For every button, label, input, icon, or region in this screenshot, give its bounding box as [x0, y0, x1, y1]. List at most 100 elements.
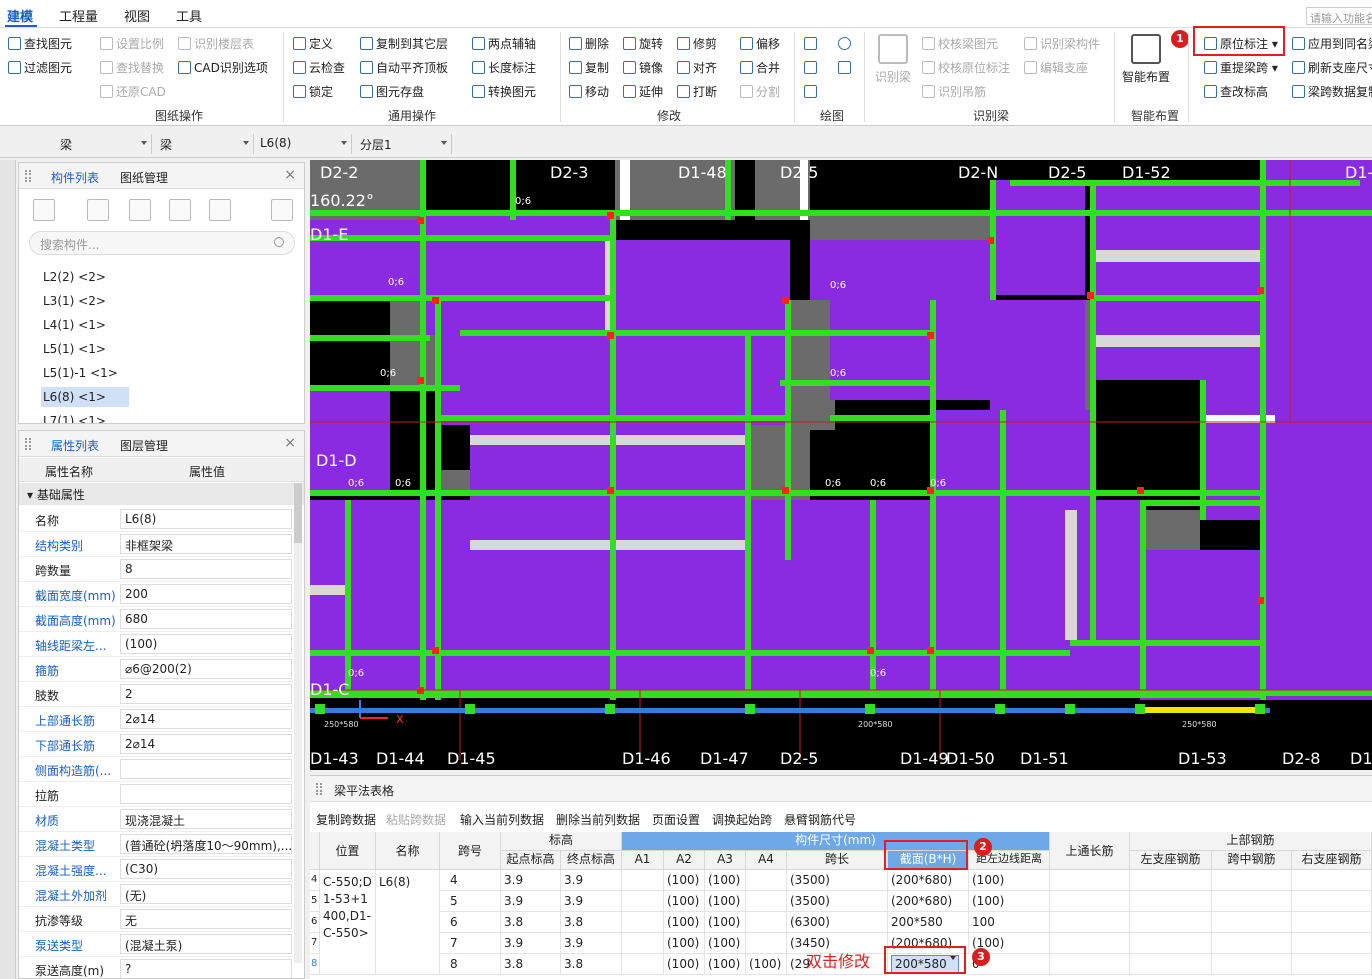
- table-cell-a4[interactable]: [746, 933, 787, 954]
- table-cell-start[interactable]: 3.8: [501, 912, 561, 933]
- copy-to-other-floor-button[interactable]: 复制到其它层: [360, 36, 448, 52]
- table-cell-rebar[interactable]: [1212, 954, 1292, 975]
- length-dimension-button[interactable]: 长度标注: [472, 60, 536, 76]
- property-value-field[interactable]: 非框架梁: [120, 534, 292, 554]
- property-value-field[interactable]: [120, 784, 292, 804]
- tab-component-list[interactable]: 构件列表: [51, 169, 99, 186]
- property-value-field[interactable]: [120, 759, 292, 779]
- table-cell-rebar[interactable]: [1050, 870, 1130, 891]
- cantilever-code-tool[interactable]: 悬臂钢筋代号: [784, 811, 856, 828]
- table-cell-a2[interactable]: (100): [664, 891, 705, 912]
- table-cell-a2[interactable]: (100): [664, 954, 705, 975]
- table-cell-a1[interactable]: [622, 912, 664, 933]
- drawing-canvas[interactable]: D2-2 D2-3 D1-48 D2-5 D2-N D2-5 D1-52 D1- 160.22°…: [310, 160, 1372, 770]
- component-search-input[interactable]: 搜索构件...: [29, 231, 295, 255]
- table-cell-a1[interactable]: [622, 954, 664, 975]
- table-cell-rebar[interactable]: [1050, 912, 1130, 933]
- menu-tab-modeling[interactable]: 建模: [7, 6, 33, 25]
- table-cell-rebar[interactable]: [1292, 870, 1372, 891]
- table-cell-rebar[interactable]: [1292, 933, 1372, 954]
- delete-component-button[interactable]: [129, 199, 151, 221]
- split-button[interactable]: 分割: [740, 84, 780, 100]
- identify-beam-component-button[interactable]: 识别梁构件: [1024, 36, 1100, 52]
- property-value-field[interactable]: (无): [120, 884, 292, 904]
- property-value-field[interactable]: (100): [120, 634, 292, 654]
- restore-cad-button[interactable]: 还原CAD: [100, 84, 166, 100]
- table-cell-a4[interactable]: (100): [746, 954, 787, 975]
- draw-arc-tool[interactable]: [804, 84, 820, 100]
- row-number[interactable]: 5: [310, 891, 320, 912]
- set-scale-button[interactable]: 设置比例: [100, 36, 164, 52]
- copy-button[interactable]: 复制: [569, 60, 609, 76]
- break-button[interactable]: 打断: [677, 84, 717, 100]
- table-cell-end[interactable]: 3.8: [561, 954, 622, 975]
- menu-tab-quantity[interactable]: 工程量: [59, 6, 98, 25]
- table-cell-span[interactable]: 4: [440, 870, 501, 891]
- table-cell-span[interactable]: 7: [440, 933, 501, 954]
- table-cell-rebar[interactable]: [1050, 954, 1130, 975]
- close-icon[interactable]: ×: [284, 435, 296, 451]
- property-value-field[interactable]: ⌀6@200(2): [120, 659, 292, 679]
- table-cell-a2[interactable]: (100): [664, 912, 705, 933]
- table-cell-end[interactable]: 3.8: [561, 912, 622, 933]
- find-replace-button[interactable]: 查找替换: [100, 60, 164, 76]
- auto-align-slab-button[interactable]: 自动平齐顶板: [360, 60, 448, 76]
- table-cell-section[interactable]: 200*580: [888, 912, 969, 933]
- property-value-field[interactable]: 现浇混凝土: [120, 809, 292, 829]
- identify-floor-table-button[interactable]: 识别楼层表: [178, 36, 254, 52]
- table-cell-rebar[interactable]: [1212, 870, 1292, 891]
- delete-button[interactable]: 删除: [569, 36, 609, 52]
- property-value-field[interactable]: L6(8): [120, 509, 292, 529]
- command-search-input[interactable]: 请输入功能名: [1306, 7, 1372, 25]
- table-cell-a4[interactable]: [746, 891, 787, 912]
- apply-same-name-button[interactable]: 应用到同名梁: [1292, 36, 1372, 52]
- row-number[interactable]: 7: [310, 933, 320, 954]
- page-setup-tool[interactable]: 页面设置: [652, 811, 700, 828]
- table-cell-rebar[interactable]: [1130, 954, 1212, 975]
- list-item[interactable]: L2(2) <2>: [41, 267, 129, 287]
- list-item[interactable]: L7(1) <1>: [41, 411, 129, 423]
- table-cell-a3[interactable]: (100): [705, 912, 746, 933]
- table-cell-span[interactable]: 5: [440, 891, 501, 912]
- mirror-button[interactable]: 镜像: [623, 60, 663, 76]
- refresh-support-button[interactable]: 刷新支座尺寸: [1292, 60, 1372, 76]
- left-collapse-strip[interactable]: [0, 160, 16, 979]
- tab-property-list[interactable]: 属性列表: [51, 437, 99, 454]
- draw-line-tool[interactable]: [804, 60, 820, 76]
- category-select[interactable]: 梁: [56, 134, 152, 154]
- table-cell-section[interactable]: (200*680): [888, 891, 969, 912]
- table-cell-a3[interactable]: (100): [705, 891, 746, 912]
- cad-options-button[interactable]: CAD识别选项: [178, 60, 268, 76]
- define-button[interactable]: 定义: [293, 36, 333, 52]
- cloud-check-button[interactable]: 云检查: [293, 60, 345, 76]
- input-column-data-tool[interactable]: 输入当前列数据: [460, 811, 544, 828]
- canvas-drawing[interactable]: D2-2 D2-3 D1-48 D2-5 D2-N D2-5 D1-52 D1- 160.22°…: [310, 160, 1372, 770]
- edit-support-button[interactable]: 编辑支座: [1024, 60, 1088, 76]
- table-cell-dist[interactable]: (100): [969, 870, 1050, 891]
- smart-layout-button[interactable]: 智能布置: [1120, 34, 1172, 85]
- draw-point-tool[interactable]: [804, 36, 820, 52]
- list-item[interactable]: L3(1) <2>: [41, 291, 129, 311]
- table-cell-a3[interactable]: (100): [705, 933, 746, 954]
- property-group-header[interactable]: ▾ 基础属性: [19, 483, 304, 505]
- table-cell-start[interactable]: 3.9: [501, 933, 561, 954]
- property-value-field[interactable]: 680: [120, 609, 292, 629]
- filter-element-button[interactable]: 过滤图元: [8, 60, 72, 76]
- table-cell-start[interactable]: 3.8: [501, 954, 561, 975]
- tab-drawing-management[interactable]: 图纸管理: [120, 169, 168, 186]
- property-value-field[interactable]: 2⌀14: [120, 709, 292, 729]
- table-cell-end[interactable]: 3.9: [561, 870, 622, 891]
- component-select[interactable]: L6(8): [256, 134, 352, 154]
- table-cell-a1[interactable]: [622, 891, 664, 912]
- table-cell-len[interactable]: (3500): [787, 891, 888, 912]
- property-value-field[interactable]: 2⌀14: [120, 734, 292, 754]
- row-number[interactable]: 8: [310, 954, 320, 975]
- paste-span-data-tool[interactable]: 粘贴跨数据: [386, 811, 446, 828]
- close-icon[interactable]: ×: [284, 167, 296, 183]
- offset-button[interactable]: 偏移: [740, 36, 780, 52]
- rotate-button[interactable]: 旋转: [623, 36, 663, 52]
- table-cell-start[interactable]: 3.9: [501, 891, 561, 912]
- table-cell-rebar[interactable]: [1130, 891, 1212, 912]
- extend-button[interactable]: 延伸: [623, 84, 663, 100]
- draw-rect-tool[interactable]: [838, 60, 854, 76]
